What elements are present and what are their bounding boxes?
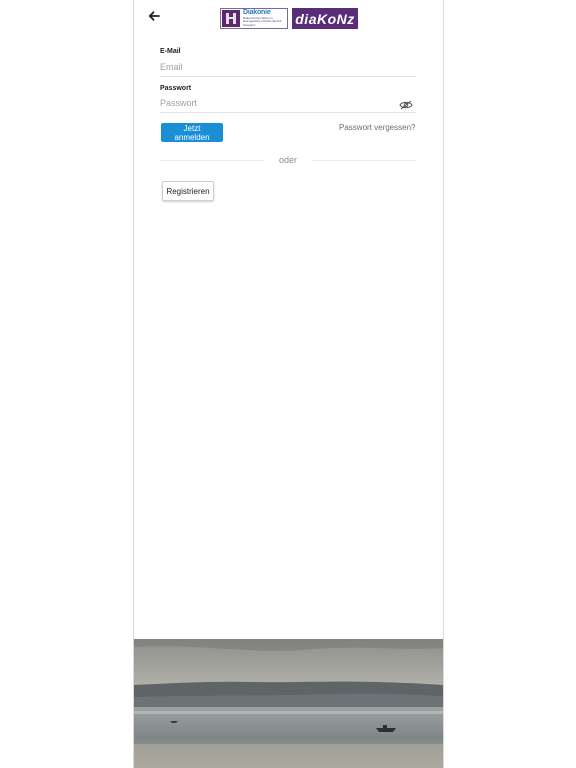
arrow-left-icon xyxy=(148,11,160,21)
back-button[interactable] xyxy=(144,6,164,26)
diakonie-logo: Diakonie Diakonisches Werk im Evangelisc… xyxy=(220,8,288,29)
app-frame: Diakonie Diakonisches Werk im Evangelisc… xyxy=(133,0,444,768)
register-button[interactable]: Registrieren xyxy=(162,181,214,201)
login-button[interactable]: Jetzt anmelden xyxy=(161,123,223,142)
diakonie-logo-subtitle: Diakonisches Werk im Evangelischen Kirch… xyxy=(243,16,282,27)
diakonz-logo: diaKoNz xyxy=(292,8,358,29)
forgot-password-link[interactable]: Passwort vergessen? xyxy=(339,123,415,132)
diakonie-cross-icon xyxy=(222,10,240,27)
diakonie-logo-name: Diakonie xyxy=(243,9,271,16)
divider-right xyxy=(312,160,417,161)
divider-left xyxy=(160,160,265,161)
separator-label: oder xyxy=(279,155,298,165)
eye-off-icon[interactable] xyxy=(399,97,413,110)
email-label: E-Mail xyxy=(160,48,181,55)
password-label: Passwort xyxy=(160,85,192,92)
lake-landscape-image xyxy=(134,639,443,768)
email-field[interactable] xyxy=(160,60,416,77)
password-field[interactable] xyxy=(160,96,416,113)
